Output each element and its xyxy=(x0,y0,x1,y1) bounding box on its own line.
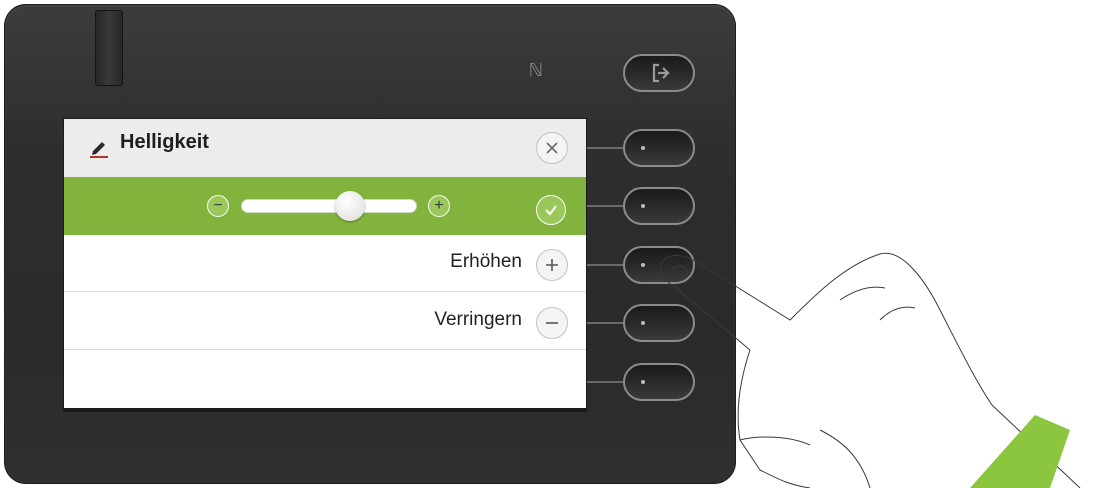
dialog-title: Helligkeit xyxy=(120,131,209,153)
connector-line xyxy=(586,147,626,149)
line-key-1[interactable] xyxy=(623,129,695,167)
brightness-slider-track[interactable] xyxy=(241,199,417,213)
dialog-header: Helligkeit xyxy=(64,119,586,177)
brightness-slider-handle[interactable] xyxy=(335,191,366,221)
slider-decrease-button[interactable]: − xyxy=(207,195,229,217)
pointing-hand-illustration xyxy=(660,252,1081,488)
connector-line xyxy=(586,205,626,207)
nfc-icon: ℕ xyxy=(528,60,544,81)
key-dot xyxy=(641,204,645,208)
connector-line xyxy=(586,264,626,266)
minus-icon xyxy=(546,322,558,324)
display-screen: Helligkeit − + Erhöhen Verringern xyxy=(64,119,586,411)
handset-slot xyxy=(95,10,123,86)
menu-item-empty xyxy=(64,351,586,408)
logout-icon xyxy=(652,63,670,83)
connector-line xyxy=(586,381,626,383)
line-key-2[interactable] xyxy=(623,187,695,225)
checkmark-icon xyxy=(545,205,557,216)
key-dot xyxy=(641,146,645,150)
confirm-button[interactable] xyxy=(536,195,566,225)
menu-item-label: Erhöhen xyxy=(450,251,522,272)
slider-increase-button[interactable]: + xyxy=(428,195,450,217)
logout-key[interactable] xyxy=(623,54,695,92)
menu-item-increase[interactable]: Erhöhen xyxy=(64,235,586,292)
plus-icon xyxy=(546,259,558,271)
menu-item-label: Verringern xyxy=(434,309,522,330)
close-icon xyxy=(546,142,558,154)
increase-button[interactable] xyxy=(536,249,568,281)
connector-line xyxy=(586,322,626,324)
pencil-icon xyxy=(90,142,108,158)
menu-item-decrease[interactable]: Verringern xyxy=(64,293,586,350)
close-button[interactable] xyxy=(536,132,568,164)
decrease-button[interactable] xyxy=(536,307,568,339)
screen-bezel-line xyxy=(64,408,586,411)
